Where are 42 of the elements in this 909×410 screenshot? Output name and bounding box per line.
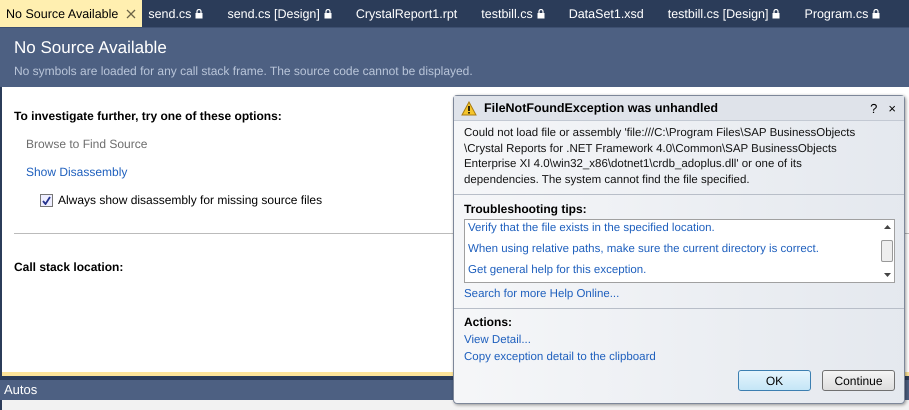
- document-tab[interactable]: send.cs: [142, 0, 222, 27]
- action-link[interactable]: Copy exception detail to the clipboard: [464, 351, 895, 363]
- document-tab[interactable]: send.cs [Design]: [221, 0, 350, 27]
- search-link[interactable]: Search for more Help Online...: [464, 288, 895, 300]
- action-link[interactable]: View Detail...: [464, 334, 895, 346]
- document-tab[interactable]: DataSet1.xsd: [562, 0, 662, 27]
- tab-label: No Source Available: [6, 6, 118, 20]
- tab-label: Program.cs: [804, 6, 868, 20]
- tab-label: send.cs [Design]: [227, 6, 320, 20]
- close-button[interactable]: ×: [886, 100, 898, 116]
- scrollbar-thumb[interactable]: [881, 240, 893, 262]
- document-tab[interactable]: testbill.cs: [475, 0, 563, 27]
- tab-label: testbill.cs [Design]: [668, 6, 768, 20]
- tab-label: CrystalReport1.rpt: [356, 6, 458, 20]
- document-tab[interactable]: CrystalReport1.rpt: [350, 0, 476, 27]
- tip-link[interactable]: Get general help for this exception.: [468, 264, 880, 283]
- tab-label: DataSet1.xsd: [568, 6, 644, 20]
- document-tab[interactable]: No Source Available: [0, 0, 142, 27]
- checkbox-label: Always show disassembly for missing source files: [58, 193, 322, 207]
- tab-label: testbill.cs: [481, 6, 533, 20]
- warning-icon: [461, 100, 477, 116]
- section-heading: To investigate further, try one of these options:: [14, 109, 282, 123]
- dialog-button[interactable]: OK: [738, 370, 811, 391]
- document-tab[interactable]: testbill.cs [Design]: [662, 0, 798, 27]
- dialog-title: FileNotFoundException was unhandled: [484, 101, 718, 115]
- tab-label: send.cs: [148, 6, 192, 20]
- panel-title: Autos: [4, 382, 38, 397]
- scroll-up-icon[interactable]: [884, 224, 890, 229]
- tip-link[interactable]: Verify that the file exists in the specified location.: [468, 222, 880, 241]
- document-tab[interactable]: Program.cs: [798, 0, 898, 27]
- section-heading: Call stack location:: [14, 260, 124, 274]
- page-subtitle: No symbols are loaded for any call stack frame. The source code cannot be displayed.: [14, 64, 474, 78]
- section-heading: Actions:: [464, 315, 512, 329]
- tip-link[interactable]: When using relative paths, make sure the current directory is correct.: [468, 243, 880, 262]
- exception-message: Could not load file or assembly 'file:///C:\Program Files\SAP BusinessObjects \Crystal Reports for .NET Framework 4.0\Common\SAP BusinessObjects Enterprise XI 4.0\win32_x86\dotnet1\crdb_adoplus.dll' or one of its dependencies. The system cannot find the file specified.: [454, 121, 904, 195]
- close-icon[interactable]: [126, 8, 136, 18]
- help-button[interactable]: ?: [868, 100, 880, 116]
- section-heading: Troubleshooting tips:: [464, 202, 587, 216]
- page-title: No Source Available: [14, 38, 168, 58]
- scroll-down-icon[interactable]: [884, 273, 890, 278]
- checkbox[interactable]: [40, 194, 53, 206]
- dialog-button[interactable]: Continue: [822, 370, 895, 391]
